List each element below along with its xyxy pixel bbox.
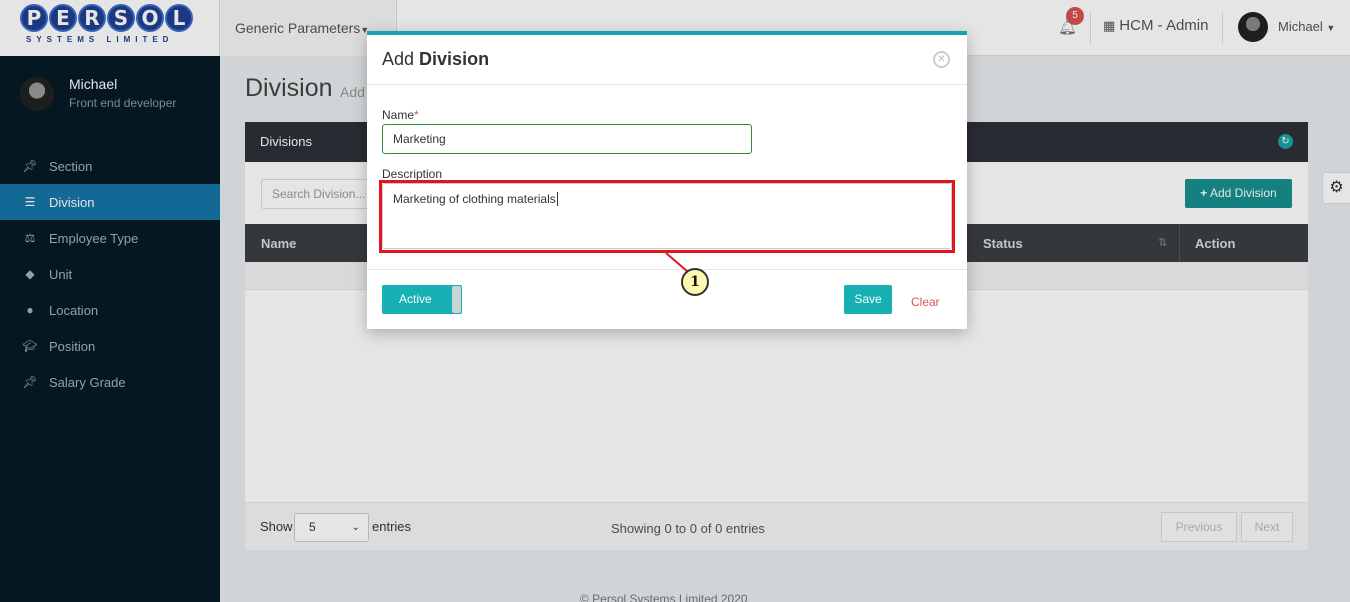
annotation-step-marker: 1 xyxy=(681,268,709,296)
annotation-callout-line xyxy=(665,252,689,273)
